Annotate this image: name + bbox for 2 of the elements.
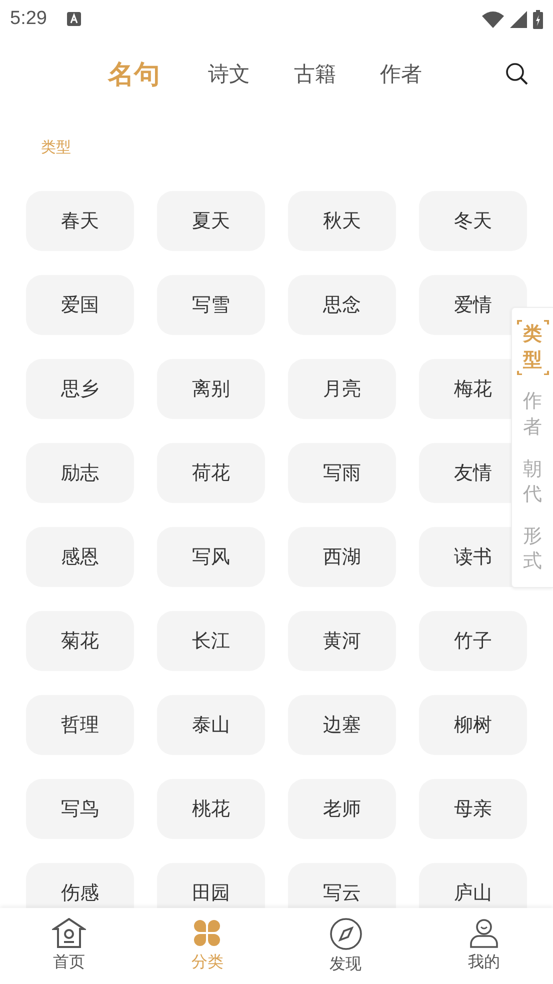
status-time: 5:29 [10,8,47,30]
section-title: 类型 [40,137,72,158]
